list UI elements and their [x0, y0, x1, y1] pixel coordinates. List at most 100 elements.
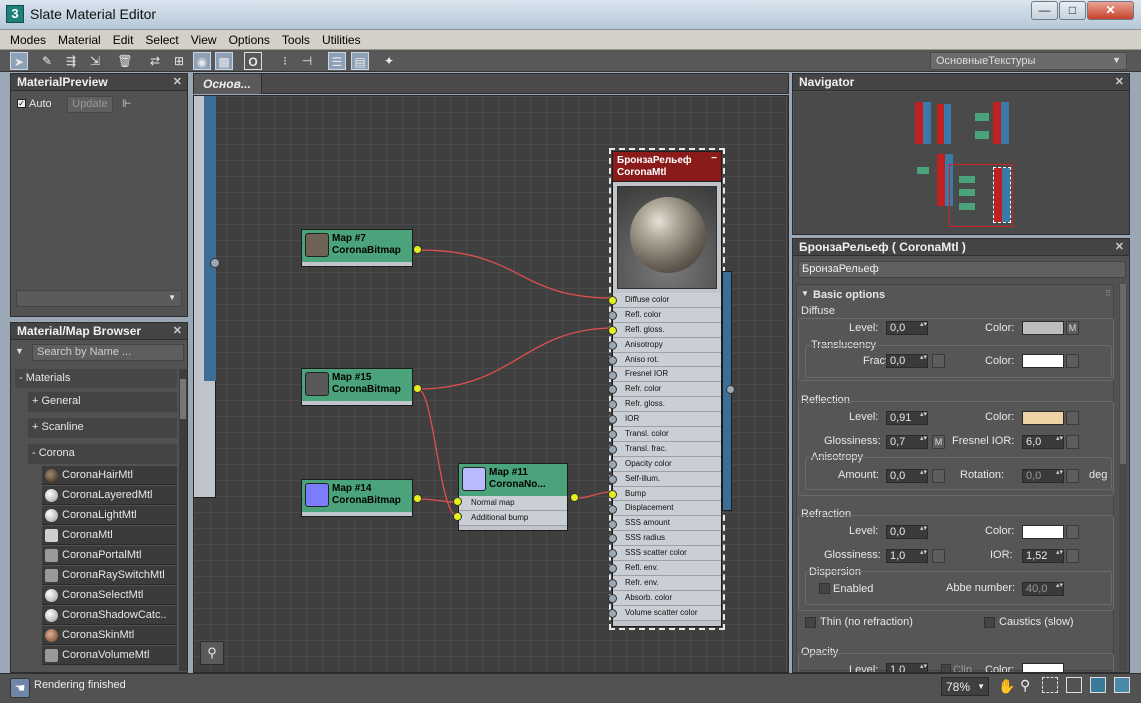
input-socket[interactable] — [608, 459, 617, 469]
zoom-icon[interactable]: ⚲ — [1020, 677, 1030, 694]
group-scanline[interactable]: + Scanline — [28, 418, 177, 438]
list-item[interactable]: CoronaSkinMtl — [42, 626, 177, 645]
aniso-amount-spinner[interactable]: 0,0 — [886, 469, 928, 483]
close-button[interactable]: ✕ — [1087, 1, 1134, 20]
refl-gloss-spinner[interactable]: 0,7 — [886, 435, 928, 449]
input-socket[interactable] — [608, 370, 617, 380]
translucency-color-swatch[interactable] — [1022, 354, 1064, 368]
input-socket[interactable] — [608, 504, 617, 514]
node-map7[interactable]: Map #7 CoronaBitmap — [301, 229, 413, 267]
material-name-field[interactable]: БронзаРельеф — [798, 261, 1126, 278]
input-socket[interactable] — [608, 340, 617, 350]
show-shaded-icon[interactable]: ◉ — [193, 52, 211, 70]
group-general[interactable]: + General — [28, 392, 177, 412]
menu-view[interactable]: View — [185, 30, 223, 49]
node-graph-view[interactable]: Map #7 CoronaBitmap Map #15 CoronaBitmap… — [193, 95, 789, 673]
hide-unused-icon[interactable]: ⊞ — [170, 52, 188, 70]
menu-select[interactable]: Select — [139, 30, 184, 49]
input-socket[interactable] — [608, 608, 617, 618]
rollout-collapse-icon[interactable]: ▼ — [801, 289, 809, 298]
aniso-rotation-spinner[interactable]: 0,0 — [1022, 469, 1064, 483]
collapse-icon[interactable]: − — [711, 153, 717, 165]
scroll-thumb[interactable] — [180, 379, 186, 419]
zoom-extents-icon[interactable] — [1066, 677, 1082, 693]
thin-checkbox[interactable] — [805, 617, 816, 628]
opacity-color-swatch[interactable] — [1022, 663, 1064, 672]
update-button[interactable]: Update — [67, 96, 113, 113]
list-item[interactable]: CoronaMtl — [42, 526, 177, 545]
select-tool-icon[interactable]: ➤ — [10, 52, 28, 70]
zoom-dropdown[interactable]: 78% ▼ — [941, 677, 989, 696]
refr-map-button[interactable] — [1066, 525, 1079, 539]
ior-spinner[interactable]: 1,52 — [1022, 549, 1064, 563]
tab-view1[interactable]: Основ... — [194, 74, 262, 94]
node-map15[interactable]: Map #15 CoronaBitmap — [301, 368, 413, 406]
translucency-map-button[interactable] — [1066, 354, 1079, 368]
input-socket[interactable] — [453, 512, 462, 521]
output-socket[interactable] — [413, 494, 422, 503]
list-item[interactable]: CoronaHairMtl — [42, 466, 177, 485]
abbe-spinner[interactable]: 40,0 — [1022, 582, 1064, 596]
input-socket[interactable] — [608, 310, 617, 320]
scroll-thumb[interactable] — [1120, 284, 1126, 464]
search-input[interactable]: Search by Name ... — [32, 344, 184, 361]
output-socket[interactable] — [726, 385, 735, 394]
list-item[interactable]: CoronaLightMtl — [42, 506, 177, 525]
put-to-scene-icon[interactable]: ⇶ — [62, 52, 80, 70]
zoom-extents-selected-icon[interactable] — [1114, 677, 1130, 693]
pan-hand-icon[interactable]: ✋ — [998, 678, 1015, 695]
menu-utilities[interactable]: Utilities — [316, 30, 367, 49]
maximize-button[interactable]: □ — [1059, 1, 1086, 20]
output-socket[interactable] — [413, 384, 422, 393]
diffuse-map-button[interactable]: M — [1066, 321, 1079, 335]
material-map-browser-icon[interactable]: ☰ — [328, 52, 346, 70]
ior-map-button[interactable] — [1066, 549, 1079, 563]
select-by-material-icon[interactable]: ✦ — [380, 52, 398, 70]
fresnel-spinner[interactable]: 6,0 — [1022, 435, 1064, 449]
refl-level-spinner[interactable]: 0,91 — [886, 411, 928, 425]
caustics-checkbox[interactable] — [984, 617, 995, 628]
zoom-selected-icon[interactable] — [1090, 677, 1106, 693]
menu-material[interactable]: Material — [52, 30, 107, 49]
node-map14[interactable]: Map #14 CoronaBitmap — [301, 479, 413, 517]
list-item[interactable]: CoronaRaySwitchMtl — [42, 566, 177, 585]
parameter-editor-icon[interactable]: ▤ — [351, 52, 369, 70]
texture-set-dropdown[interactable]: ОсновныеТекстуры ▼ — [930, 52, 1127, 70]
list-item[interactable]: CoronaLayeredMtl — [42, 486, 177, 505]
refr-level-spinner[interactable]: 0,0 — [886, 525, 928, 539]
show-in-viewport-icon[interactable]: ▩ — [215, 52, 233, 70]
node-map11[interactable]: Map #11 CoronaNo... Normal map Additiona… — [458, 463, 568, 531]
list-item[interactable]: CoronaShadowCatc.. — [42, 606, 177, 625]
close-icon[interactable]: ✕ — [1115, 240, 1124, 253]
aniso-amount-map-button[interactable] — [932, 469, 945, 483]
menu-edit[interactable]: Edit — [107, 30, 140, 49]
menu-modes[interactable]: Modes — [0, 30, 52, 49]
group-materials[interactable]: - Materials — [15, 369, 177, 388]
close-icon[interactable]: ✕ — [173, 324, 182, 337]
search-options-icon[interactable]: ▼ — [15, 346, 24, 356]
background-icon[interactable]: O — [244, 52, 262, 70]
close-icon[interactable]: ✕ — [173, 75, 182, 88]
refr-gloss-spinner[interactable]: 1,0 — [886, 549, 928, 563]
opacity-level-spinner[interactable]: 1,0 — [886, 663, 928, 672]
layout-all-icon[interactable]: ⁝ — [276, 52, 294, 70]
input-socket[interactable] — [608, 519, 617, 529]
layout-children-icon[interactable]: ⊣ — [298, 52, 316, 70]
auto-checkbox[interactable]: ✓ — [17, 99, 26, 108]
input-socket[interactable] — [608, 489, 617, 499]
move-children-icon[interactable]: ⇄ — [146, 52, 164, 70]
output-socket[interactable] — [570, 493, 579, 502]
refr-gloss-map-button[interactable] — [932, 549, 945, 563]
refl-color-swatch[interactable] — [1022, 411, 1064, 425]
assign-material-icon[interactable]: ⇲ — [86, 52, 104, 70]
rollout-title[interactable]: Basic options — [813, 289, 885, 301]
node-corona-material[interactable]: БронзаРельеф CoronaMtl − Diffuse color Re… — [609, 148, 725, 630]
preview-dropdown[interactable]: ▼ — [16, 290, 182, 307]
refl-map-button[interactable] — [1066, 411, 1079, 425]
input-socket[interactable] — [608, 474, 617, 484]
refr-color-swatch[interactable] — [1022, 525, 1064, 539]
eyedropper-icon[interactable]: ✎ — [38, 52, 56, 70]
diffuse-color-swatch[interactable] — [1022, 321, 1064, 335]
list-item[interactable]: CoronaPortalMtl — [42, 546, 177, 565]
close-icon[interactable]: ✕ — [1115, 75, 1124, 88]
